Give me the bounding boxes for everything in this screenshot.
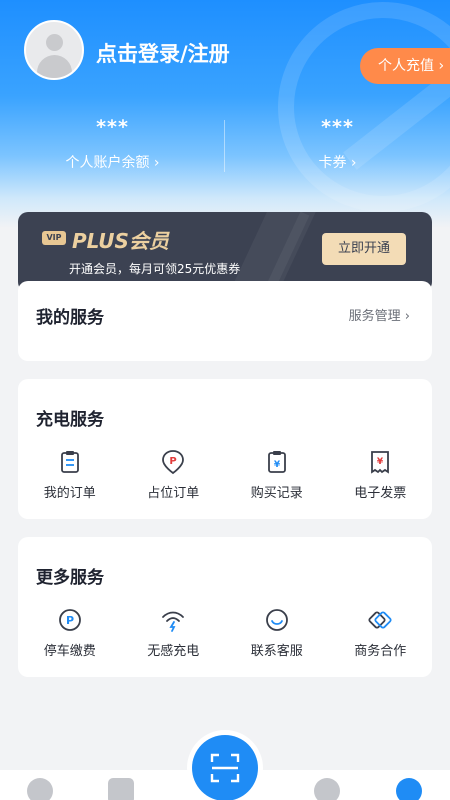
plus-membership-banner[interactable]: VIP PLUS会员 开通会员，每月可领25元优惠券 立即开通	[18, 212, 432, 292]
parking-payment-label: 停车缴费	[43, 644, 96, 659]
vip-badge-icon: VIP	[42, 231, 66, 245]
invoice-icon: ¥	[371, 451, 390, 474]
purchase-records-label: 购买记录	[250, 486, 303, 501]
purchase-records-item[interactable]: ¥ 购买记录	[225, 449, 329, 501]
more-services-card: 更多服务 P 停车缴费 无感充电 联系客服 商务合作	[18, 537, 432, 677]
svg-text:¥: ¥	[274, 460, 281, 470]
coupon-stat[interactable]: *** 卡券 ›	[225, 116, 450, 172]
community-icon[interactable]	[314, 778, 340, 800]
clipboard-icon	[60, 451, 79, 473]
my-orders-label: 我的订单	[43, 486, 96, 501]
recharge-label: 个人充值	[378, 58, 434, 74]
wireless-charging-label: 无感充电	[147, 644, 200, 659]
business-cooperation-item[interactable]: 商务合作	[329, 607, 433, 659]
avatar-body-shape	[37, 55, 72, 78]
scan-icon	[210, 753, 240, 783]
more-services-grid: P 停车缴费 无感充电 联系客服 商务合作	[18, 607, 432, 659]
svg-text:P: P	[170, 456, 177, 467]
my-orders-item[interactable]: 我的订单	[18, 449, 122, 501]
station-icon[interactable]	[108, 778, 134, 800]
purchase-record-icon: ¥	[267, 451, 286, 473]
my-services-title: 我的服务	[36, 308, 104, 328]
decorative-logo-watermark	[278, 2, 450, 212]
business-cooperation-label: 商务合作	[354, 644, 407, 659]
coupon-label: 卡券 ›	[318, 155, 357, 171]
parking-icon: P	[58, 609, 81, 631]
scan-button[interactable]	[192, 735, 258, 800]
wireless-charge-icon	[162, 611, 185, 632]
avatar-head-shape	[46, 34, 63, 51]
wireless-charging-item[interactable]: 无感充电	[122, 607, 226, 659]
parking-payment-item[interactable]: P 停车缴费	[18, 607, 122, 659]
e-invoice-item[interactable]: ¥ 电子发票	[329, 449, 433, 501]
svg-text:P: P	[66, 614, 74, 627]
customer-service-item[interactable]: 联系客服	[225, 607, 329, 659]
parking-pin-icon: P	[162, 450, 185, 475]
charging-services-title: 充电服务	[36, 410, 104, 430]
charging-services-grid: 我的订单 P 占位订单 ¥ 购买记录 ¥ 电子发票	[18, 449, 432, 501]
handshake-icon	[368, 611, 392, 629]
chevron-right-icon: ›	[438, 58, 445, 74]
more-services-title: 更多服务	[36, 568, 104, 588]
lightning-icon[interactable]	[27, 778, 53, 800]
customer-service-icon	[265, 609, 288, 631]
balance-value: ***	[96, 116, 129, 138]
customer-service-label: 联系客服	[250, 644, 303, 659]
e-invoice-label: 电子发票	[354, 486, 407, 501]
plus-title: PLUS会员	[72, 229, 169, 253]
account-balance-stat[interactable]: *** 个人账户余额 ›	[0, 116, 225, 172]
occupancy-orders-label: 占位订单	[147, 486, 200, 501]
avatar[interactable]	[24, 20, 84, 80]
personal-recharge-button[interactable]: 个人充值 ›	[360, 48, 450, 84]
charging-services-card: 充电服务 我的订单 P 占位订单 ¥ 购买记录 ¥ 电子发票	[18, 379, 432, 519]
balance-label: 个人账户余额 ›	[65, 155, 160, 171]
occupancy-orders-item[interactable]: P 占位订单	[122, 449, 226, 501]
service-management-link[interactable]: 服务管理 ›	[349, 305, 410, 324]
open-membership-button[interactable]: 立即开通	[322, 233, 406, 265]
plus-subtitle: 开通会员，每月可领25元优惠券	[69, 262, 241, 276]
my-services-card: 我的服务 服务管理 ›	[18, 281, 432, 361]
svg-text:¥: ¥	[377, 457, 384, 467]
login-register-link[interactable]: 点击登录/注册	[96, 38, 230, 68]
coupon-value: ***	[321, 116, 354, 138]
profile-icon[interactable]	[396, 778, 422, 800]
